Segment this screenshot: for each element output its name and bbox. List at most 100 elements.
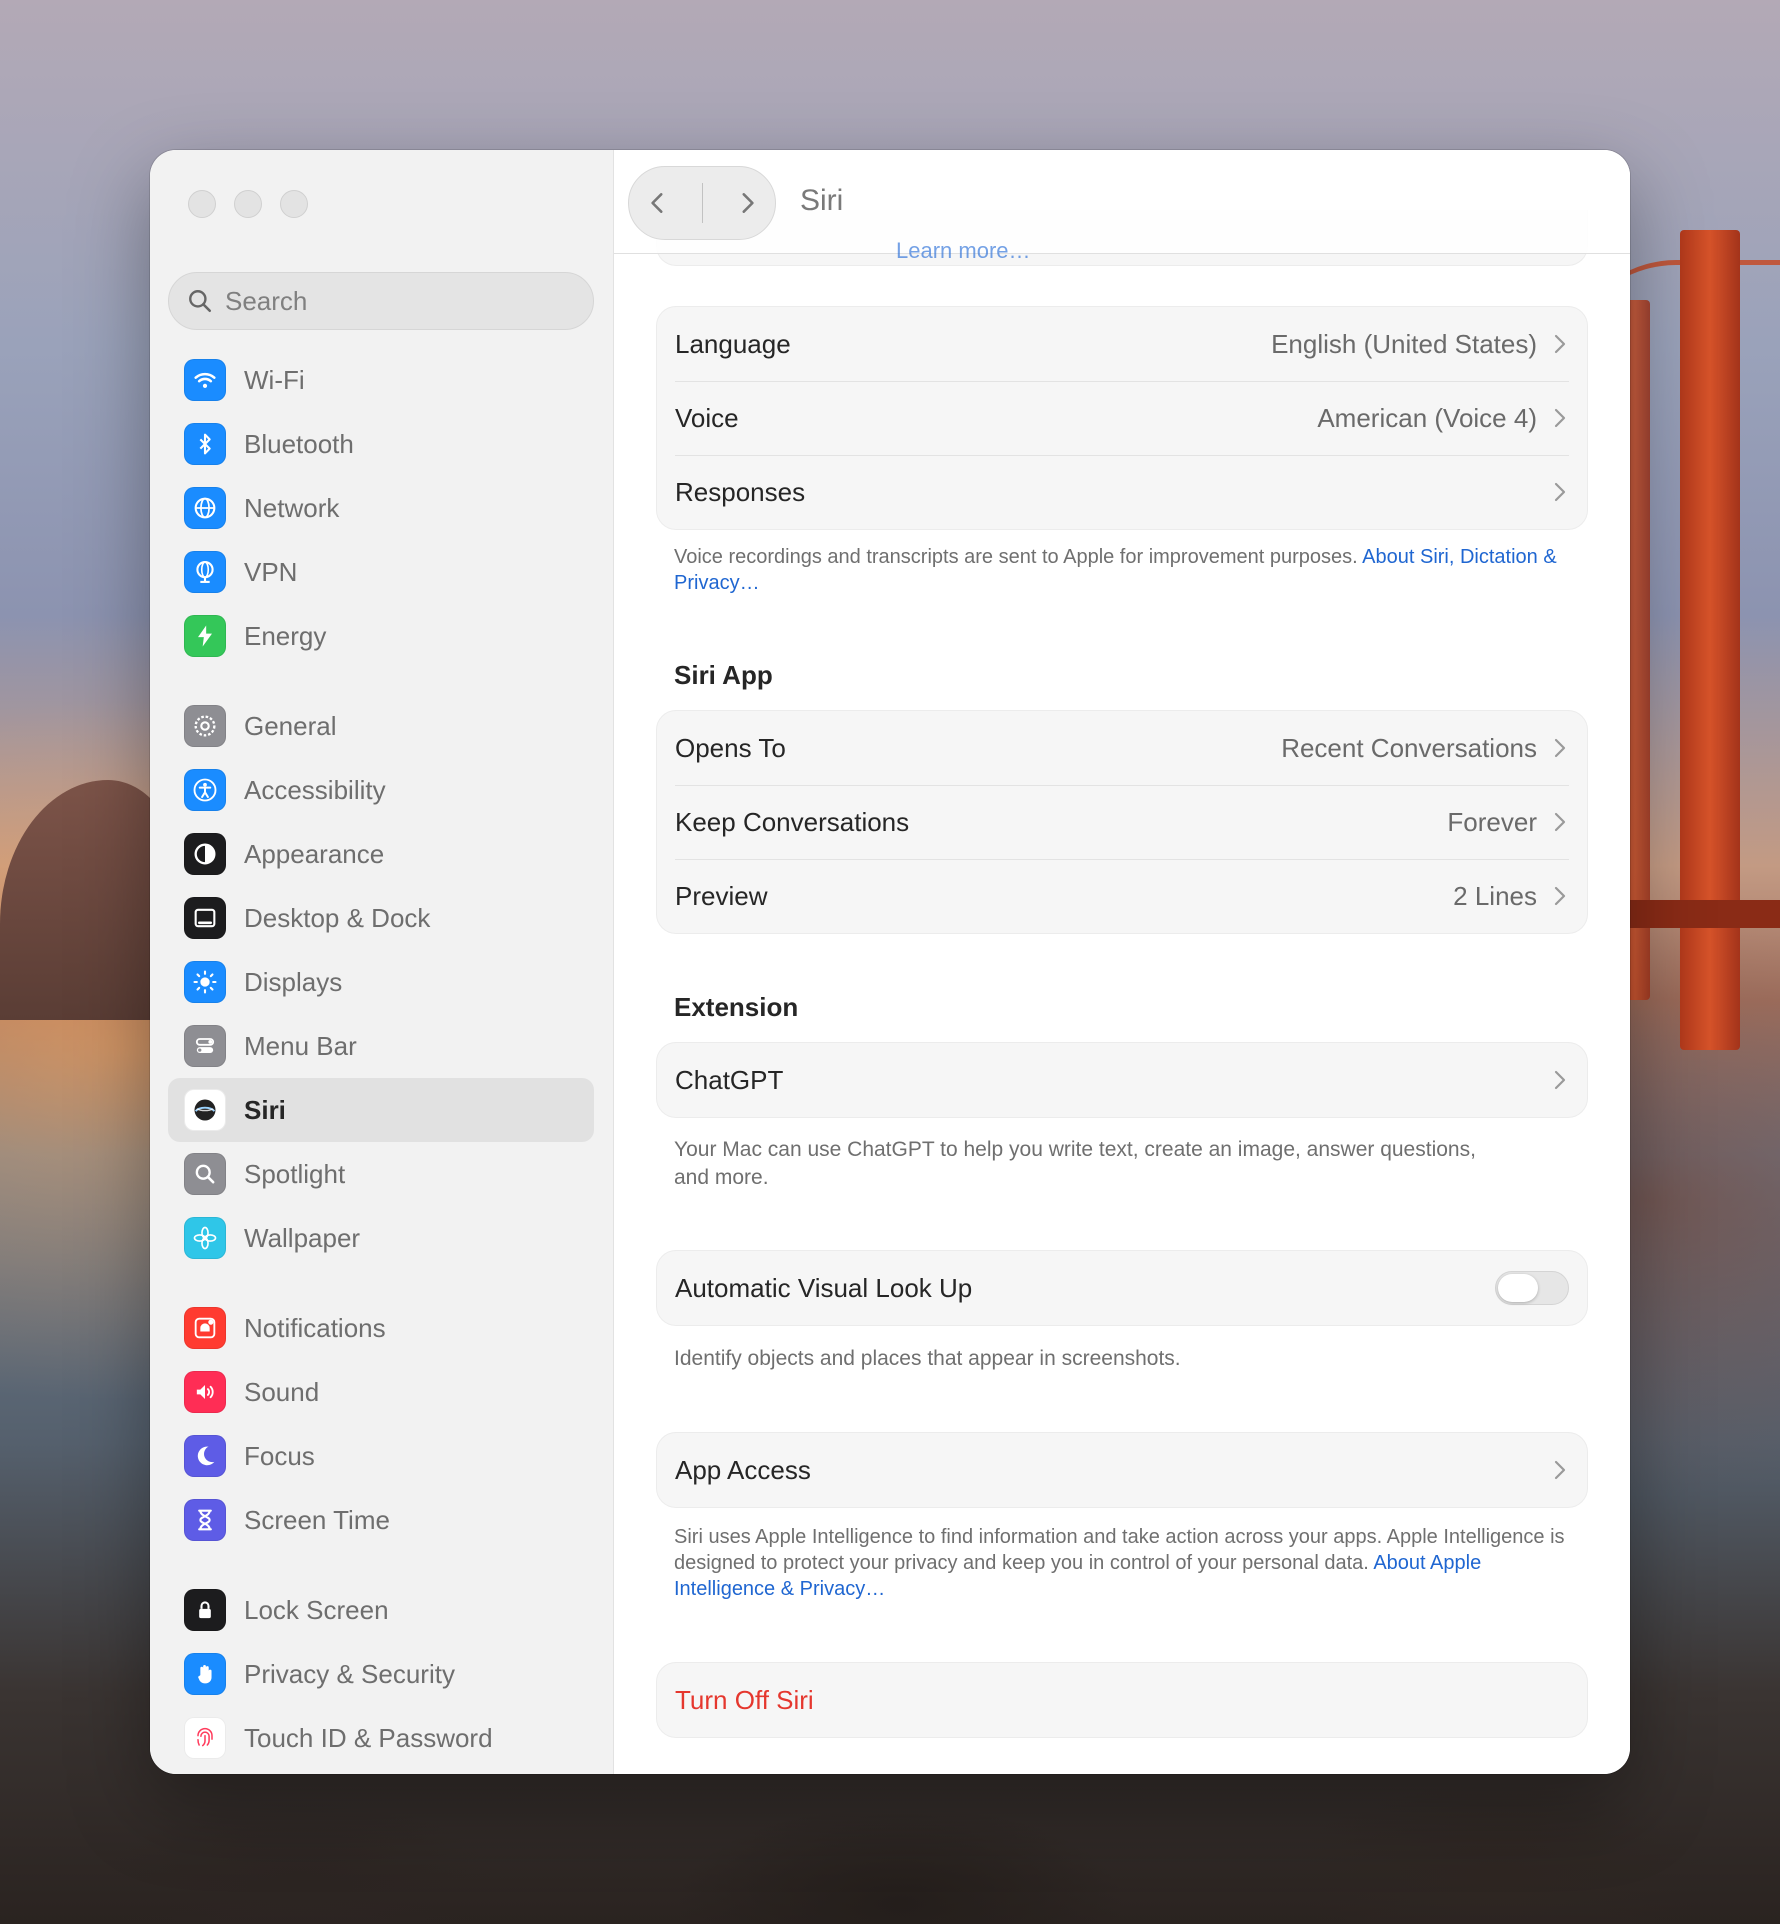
visual-lookup-label: Automatic Visual Look Up <box>675 1272 973 1303</box>
responses-label: Responses <box>675 476 806 507</box>
voice-row[interactable]: Voice American (Voice 4) <box>657 381 1587 455</box>
sidebar-item-label: Privacy & Security <box>244 1658 455 1689</box>
sidebar-group-spacer <box>168 1270 594 1296</box>
preview-label: Preview <box>675 880 768 911</box>
sidebar-item-label: Touch ID & Password <box>244 1722 493 1753</box>
sidebar-item-displays[interactable]: Displays <box>168 950 594 1014</box>
sidebar-item-label: Lock Screen <box>244 1594 389 1625</box>
sidebar-item-spotlight[interactable]: Spotlight <box>168 1142 594 1206</box>
sidebar-nav: Wi-Fi Bluetooth Network VPN Energy General Acc… <box>168 348 594 1770</box>
preview-row[interactable]: Preview 2 Lines <box>657 859 1587 933</box>
responses-row[interactable]: Responses <box>657 455 1587 529</box>
hand-icon-tile <box>184 1653 226 1695</box>
learn-more-link[interactable]: Learn more… <box>896 238 1031 264</box>
chevron-right-icon <box>1554 408 1566 428</box>
siri-icon-tile <box>184 1089 226 1131</box>
forward-chevron-icon[interactable] <box>734 190 760 216</box>
lock-icon-tile <box>184 1589 226 1631</box>
sidebar-item-label: Screen Time <box>244 1504 390 1535</box>
search-field[interactable]: Search <box>168 272 594 330</box>
sidebar-item-desktop-dock[interactable]: Desktop & Dock <box>168 886 594 950</box>
sidebar-item-appearance[interactable]: Appearance <box>168 822 594 886</box>
sidebar-item-label: Menu Bar <box>244 1030 357 1061</box>
speaker-icon-tile <box>184 1371 226 1413</box>
search-placeholder: Search <box>225 285 308 316</box>
sidebar-item-label: Accessibility <box>244 774 386 805</box>
sidebar-item-touch-id-password[interactable]: Touch ID & Password <box>168 1706 594 1770</box>
sidebar-item-label: Displays <box>244 966 343 997</box>
globe-icon <box>194 497 216 519</box>
accessibility-icon <box>193 778 217 802</box>
turn-off-siri-label: Turn Off Siri <box>675 1684 814 1715</box>
sidebar-item-label: Sound <box>244 1376 320 1407</box>
appearance-icon-tile <box>184 833 226 875</box>
chevron-right-icon <box>1554 1070 1566 1090</box>
turn-off-siri-button[interactable]: Turn Off Siri <box>657 1663 1587 1737</box>
visual-lookup-note: Identify objects and places that appear … <box>674 1347 1181 1370</box>
moon-icon <box>197 1446 215 1466</box>
speaker-icon <box>196 1385 214 1399</box>
flower-icon-tile <box>184 1217 226 1259</box>
sidebar-item-notifications[interactable]: Notifications <box>168 1296 594 1360</box>
sidebar-item-menu-bar[interactable]: Menu Bar <box>168 1014 594 1078</box>
lightning-icon <box>198 625 212 647</box>
navigation-buttons <box>628 166 776 240</box>
sidebar-item-wallpaper[interactable]: Wallpaper <box>168 1206 594 1270</box>
sidebar-item-lock-screen[interactable]: Lock Screen <box>168 1578 594 1642</box>
sidebar-item-label: Spotlight <box>244 1158 346 1189</box>
page-title: Siri <box>800 184 844 217</box>
sidebar-item-sound[interactable]: Sound <box>168 1360 594 1424</box>
sidebar-item-label: Appearance <box>244 838 385 869</box>
navigation-divider <box>701 183 703 223</box>
main-pane: Siri Learn more… Language English (United… <box>614 150 1630 1774</box>
sidebar-item-bluetooth[interactable]: Bluetooth <box>168 412 594 476</box>
sidebar-item-label: Wallpaper <box>244 1222 361 1253</box>
zoom-window-button[interactable] <box>280 190 308 218</box>
magnifier-icon <box>195 1164 215 1184</box>
sidebar-item-energy[interactable]: Energy <box>168 604 594 668</box>
sidebar-item-wi-fi[interactable]: Wi-Fi <box>168 348 594 412</box>
sidebar-item-siri[interactable]: Siri <box>168 1078 594 1142</box>
chevron-right-icon <box>1554 334 1566 354</box>
language-row[interactable]: Language English (United States) <box>657 307 1587 381</box>
fingerprint-icon <box>197 1727 213 1747</box>
app-access-label: App Access <box>675 1454 811 1485</box>
visual-lookup-toggle[interactable] <box>1495 1271 1569 1305</box>
preview-value: 2 Lines <box>1453 880 1537 911</box>
chatgpt-row[interactable]: ChatGPT <box>657 1043 1587 1117</box>
hand-icon <box>198 1665 212 1684</box>
sidebar-item-screen-time[interactable]: Screen Time <box>168 1488 594 1552</box>
opens-to-row[interactable]: Opens To Recent Conversations <box>657 711 1587 785</box>
sidebar-item-label: Bluetooth <box>244 428 354 459</box>
sidebar-item-focus[interactable]: Focus <box>168 1424 594 1488</box>
general-note: Voice recordings and transcripts are sen… <box>656 544 1588 596</box>
keep-conversations-row[interactable]: Keep Conversations Forever <box>657 785 1587 859</box>
globe-icon-tile <box>184 487 226 529</box>
extension-note: Your Mac can use ChatGPT to help you wri… <box>674 1138 1476 1189</box>
voice-label: Voice <box>675 402 739 433</box>
sidebar-item-accessibility[interactable]: Accessibility <box>168 758 594 822</box>
sidebar-item-network[interactable]: Network <box>168 476 594 540</box>
bell-icon <box>194 1317 216 1339</box>
general-note-text: Voice recordings and transcripts are sen… <box>674 546 1358 568</box>
app-access-group: App Access <box>656 1432 1588 1508</box>
sidebar-item-vpn[interactable]: VPN <box>168 540 594 604</box>
lock-icon <box>199 1601 211 1619</box>
close-window-button[interactable] <box>188 190 216 218</box>
scrolled-header-remnant <box>810 168 1570 196</box>
siri-app-group: Opens To Recent Conversations Keep Convers… <box>656 710 1588 934</box>
vpn-globe-icon-tile <box>184 551 226 593</box>
back-chevron-icon[interactable] <box>645 190 671 216</box>
minimize-window-button[interactable] <box>234 190 262 218</box>
dock-icon-tile <box>184 897 226 939</box>
sidebar: Search Wi-Fi Bluetooth Network VPN Energy Gen… <box>150 150 614 1774</box>
magnifier-icon-tile <box>184 1153 226 1195</box>
moon-icon-tile <box>184 1435 226 1477</box>
window-controls <box>188 190 308 218</box>
sidebar-item-general[interactable]: General <box>168 694 594 758</box>
sidebar-item-privacy-security[interactable]: Privacy & Security <box>168 1642 594 1706</box>
app-access-row[interactable]: App Access <box>657 1433 1587 1507</box>
sidebar-item-label: Desktop & Dock <box>244 902 431 933</box>
app-access-note: Siri uses Apple Intelligence to find inf… <box>656 1524 1588 1602</box>
vpn-globe-icon <box>196 561 214 583</box>
